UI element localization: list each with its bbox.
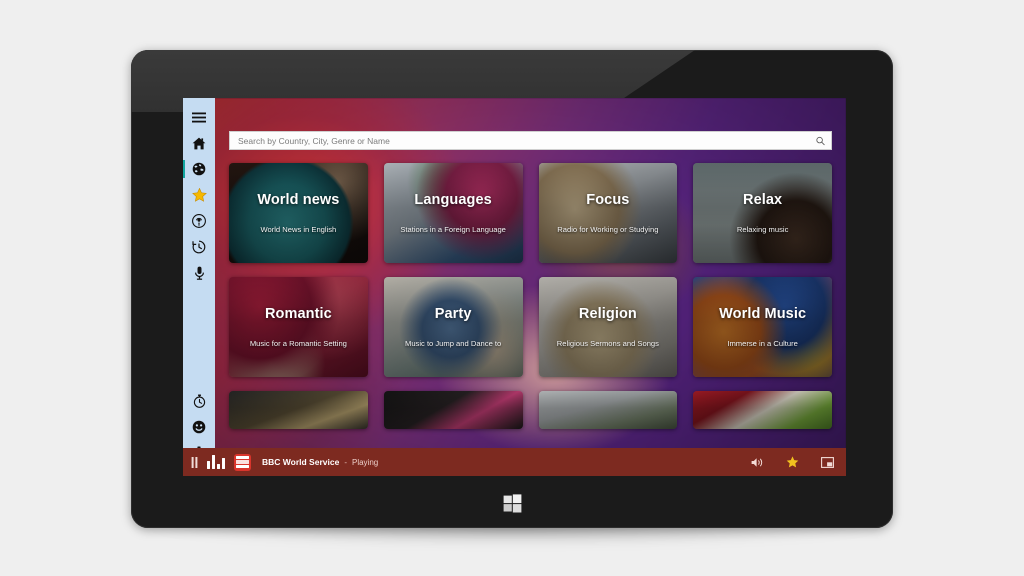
tile-partial-3[interactable] bbox=[538, 391, 678, 429]
microphone-icon bbox=[194, 266, 205, 280]
tile-partial-1[interactable] bbox=[229, 391, 368, 429]
tile-scrim bbox=[229, 277, 368, 377]
star-icon[interactable] bbox=[786, 456, 799, 468]
tile-scrim bbox=[383, 163, 523, 263]
star-icon bbox=[191, 188, 207, 202]
tile-subtitle: Music to Jump and Dance to bbox=[405, 339, 502, 348]
volume-icon[interactable] bbox=[751, 457, 764, 468]
sidebar-item-browse[interactable] bbox=[183, 156, 215, 182]
podcast-icon bbox=[192, 214, 206, 228]
tile-languages[interactable]: Languages Stations in a Foreign Language bbox=[383, 163, 523, 263]
home-icon bbox=[192, 137, 206, 150]
tile-scrim bbox=[693, 277, 832, 377]
sidebar-item-account[interactable] bbox=[183, 414, 215, 440]
stopwatch-icon bbox=[193, 394, 206, 408]
tile-subtitle: Relaxing music bbox=[736, 225, 789, 234]
sidebar-item-favorites[interactable] bbox=[183, 182, 215, 208]
tile-scrim bbox=[693, 391, 832, 429]
player-right-group bbox=[751, 456, 834, 468]
tile-scrim bbox=[229, 163, 368, 263]
sidebar-item-record[interactable] bbox=[183, 260, 215, 286]
windows-home-button[interactable] bbox=[499, 490, 525, 516]
equalizer-bars-icon[interactable] bbox=[207, 455, 225, 469]
tile-title: World Music bbox=[719, 306, 807, 322]
tile-relax[interactable]: Relax Relaxing music bbox=[693, 163, 832, 263]
main-content: World news World News in English Languag… bbox=[215, 98, 846, 448]
smiley-face-icon bbox=[192, 420, 206, 434]
playback-status: Playing bbox=[351, 458, 379, 467]
sidebar-item-home[interactable] bbox=[183, 130, 215, 156]
tile-romantic[interactable]: Romantic Music for a Romantic Setting bbox=[229, 277, 368, 377]
picture-in-picture-icon[interactable] bbox=[821, 456, 834, 468]
search-icon[interactable] bbox=[816, 136, 825, 145]
tile-title: World news bbox=[257, 192, 340, 208]
tile-partial-2[interactable] bbox=[383, 391, 523, 429]
tile-title: Romantic bbox=[264, 306, 332, 322]
windows-logo-icon bbox=[503, 493, 522, 513]
tile-scrim bbox=[538, 391, 678, 429]
tile-subtitle: Radio for Working or Studying bbox=[557, 225, 659, 234]
tile-religion[interactable]: Religion Religious Sermons and Songs bbox=[538, 277, 678, 377]
tile-scrim bbox=[229, 391, 368, 429]
tile-title: Languages bbox=[414, 192, 492, 208]
category-tile-grid: World news World News in English Languag… bbox=[229, 163, 832, 429]
tile-scrim bbox=[383, 391, 523, 429]
tile-title: Religion bbox=[578, 306, 637, 322]
now-playing-separator: - bbox=[344, 458, 347, 467]
tile-subtitle: Stations in a Foreign Language bbox=[400, 225, 506, 234]
tile-subtitle: Music for a Romantic Setting bbox=[249, 339, 347, 348]
bbc-logo bbox=[234, 453, 251, 471]
search-box[interactable] bbox=[229, 131, 832, 150]
tile-subtitle: Religious Sermons and Songs bbox=[556, 339, 659, 348]
now-playing: BBC World Service - Playing bbox=[262, 457, 378, 467]
tile-subtitle: Immerse in a Culture bbox=[727, 339, 798, 348]
sidebar-item-menu[interactable] bbox=[183, 104, 215, 130]
search-input[interactable] bbox=[238, 135, 809, 146]
sidebar-nav bbox=[183, 98, 215, 476]
pause-icon[interactable] bbox=[191, 456, 198, 468]
station-name: BBC World Service bbox=[262, 457, 340, 467]
tile-subtitle: World News in English bbox=[260, 225, 337, 234]
app-screen: World news World News in English Languag… bbox=[183, 98, 846, 476]
player-left-group: BBC World Service - Playing bbox=[191, 453, 378, 471]
globe-icon bbox=[192, 162, 206, 176]
sidebar-item-sleep-timer[interactable] bbox=[183, 388, 215, 414]
tile-scrim bbox=[538, 277, 678, 377]
tablet-device: World news World News in English Languag… bbox=[131, 50, 893, 528]
tile-focus[interactable]: Focus Radio for Working or Studying bbox=[538, 163, 678, 263]
tile-title: Focus bbox=[586, 192, 630, 208]
sidebar-item-podcasts[interactable] bbox=[183, 208, 215, 234]
tile-title: Relax bbox=[743, 192, 783, 208]
tile-world-music[interactable]: World Music Immerse in a Culture bbox=[693, 277, 832, 377]
hamburger-menu-icon bbox=[192, 112, 206, 123]
tile-scrim bbox=[383, 277, 523, 377]
player-bar: BBC World Service - Playing bbox=[183, 448, 846, 476]
tile-partial-4[interactable] bbox=[693, 391, 832, 429]
tile-world-news[interactable]: World news World News in English bbox=[229, 163, 368, 263]
tile-scrim bbox=[693, 163, 832, 263]
sidebar-item-recent[interactable] bbox=[183, 234, 215, 260]
history-clock-icon bbox=[192, 240, 206, 254]
tile-title: Party bbox=[434, 306, 472, 322]
tile-scrim bbox=[538, 163, 678, 263]
tile-party[interactable]: Party Music to Jump and Dance to bbox=[383, 277, 523, 377]
search-row bbox=[229, 98, 832, 150]
